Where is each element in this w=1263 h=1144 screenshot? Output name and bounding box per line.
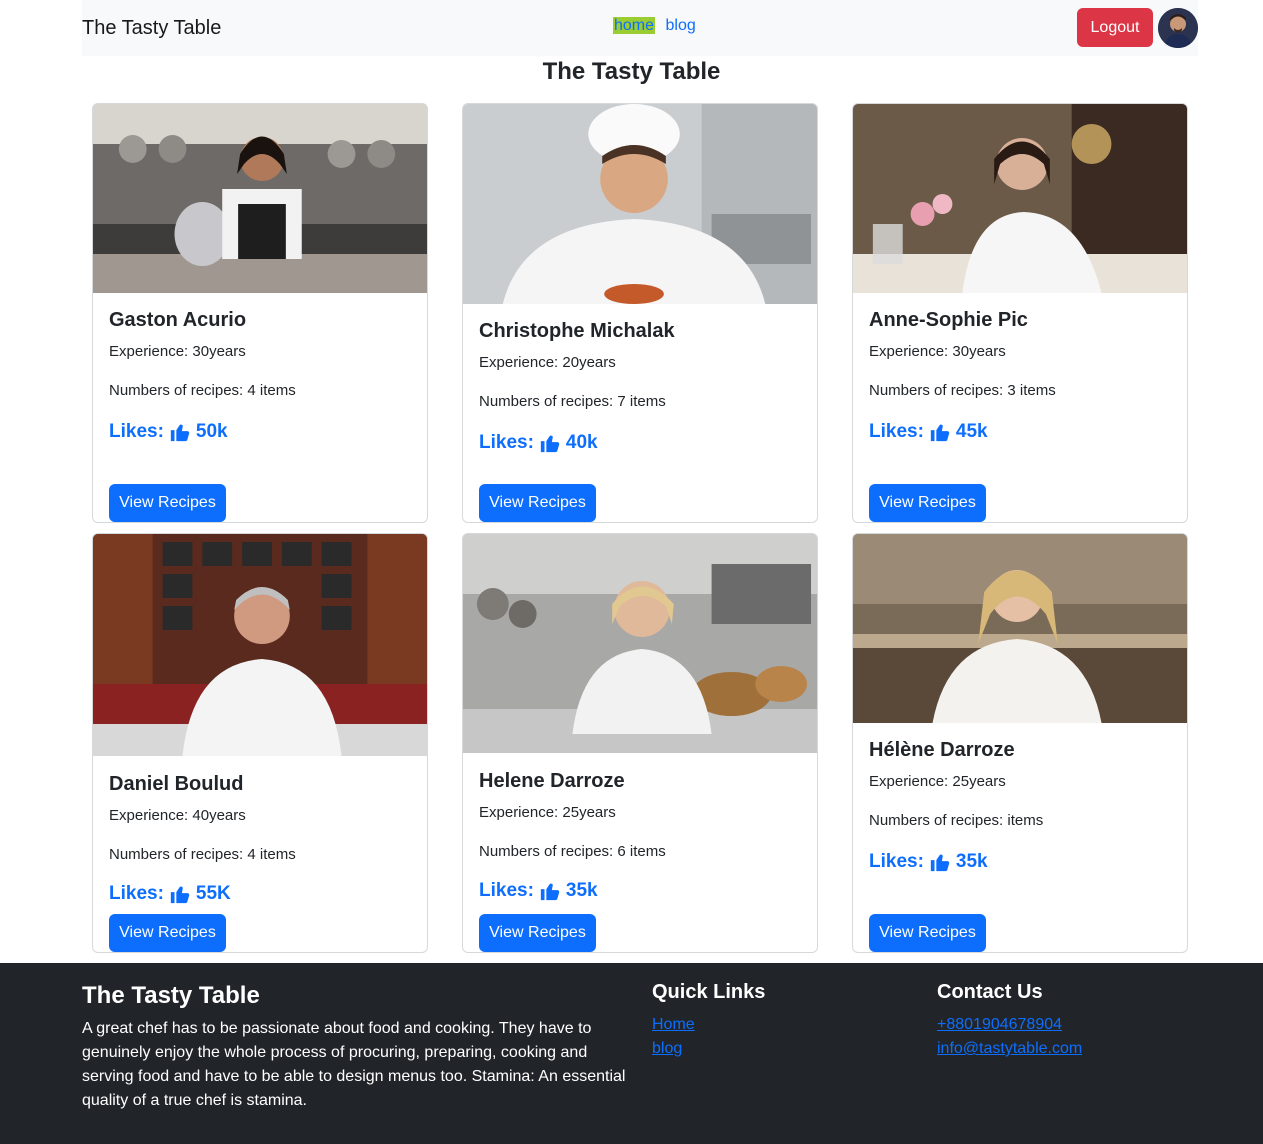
chef-photo	[853, 104, 1187, 293]
chef-photo	[853, 534, 1187, 723]
chef-recipes: Numbers of recipes: 7 items	[479, 393, 666, 410]
footer-title: The Tasty Table	[82, 982, 260, 1009]
contact-email-link[interactable]: info@tastytable.com	[937, 1037, 1082, 1061]
thumbs-up-icon	[929, 421, 951, 443]
chef-recipes: Numbers of recipes: 4 items	[109, 382, 296, 399]
chef-experience: Experience: 40years	[109, 807, 246, 824]
thumbs-up-icon	[169, 883, 191, 905]
contact-phone-link[interactable]: +8801904678904	[937, 1013, 1082, 1037]
footer-link-blog[interactable]: blog	[652, 1037, 695, 1061]
footer: The Tasty Table A great chef has to be p…	[0, 963, 1263, 1144]
likes-label: Likes:	[869, 851, 924, 872]
thumbs-up-icon	[929, 851, 951, 873]
chef-likes: Likes: 35k	[479, 880, 801, 902]
chef-likes: Likes: 35k	[869, 851, 1171, 873]
chef-experience: Experience: 25years	[869, 773, 1006, 790]
page-title: The Tasty Table	[542, 58, 721, 85]
view-recipes-button[interactable]: View Recipes	[109, 484, 226, 522]
view-recipes-button[interactable]: View Recipes	[479, 914, 596, 952]
likes-count: 55K	[195, 883, 231, 904]
likes-label: Likes:	[109, 421, 164, 442]
likes-label: Likes:	[109, 883, 164, 904]
quick-links: Home blog	[652, 1013, 695, 1061]
view-recipes-button[interactable]: View Recipes	[109, 914, 226, 952]
chef-experience: Experience: 25years	[479, 804, 616, 821]
chef-recipes: Numbers of recipes: 4 items	[109, 846, 296, 863]
view-recipes-button[interactable]: View Recipes	[479, 484, 596, 522]
likes-label: Likes:	[869, 421, 924, 442]
chef-card: Gaston Acurio Experience: 30years Number…	[92, 103, 428, 523]
view-recipes-button[interactable]: View Recipes	[869, 484, 986, 522]
chef-likes: Likes: 45k	[869, 421, 1171, 443]
chef-recipes: Numbers of recipes: 6 items	[479, 843, 666, 860]
likes-count: 35k	[955, 851, 988, 872]
thumbs-up-icon	[169, 421, 191, 443]
thumbs-up-icon	[539, 432, 561, 454]
chef-photo	[463, 534, 817, 753]
quick-links-title: Quick Links	[652, 981, 766, 1003]
chef-name: Anne-Sophie Pic	[869, 309, 1028, 331]
chef-card: Christophe Michalak Experience: 20years …	[462, 103, 818, 523]
nav-link-blog[interactable]: blog	[665, 17, 695, 34]
contact-info: +8801904678904 info@tastytable.com	[937, 1013, 1082, 1061]
likes-count: 50k	[195, 421, 228, 442]
chef-name: Daniel Boulud	[109, 773, 244, 795]
chef-card: Anne-Sophie Pic Experience: 30years Numb…	[852, 103, 1188, 523]
chef-likes: Likes: 40k	[479, 432, 801, 454]
chef-recipes: Numbers of recipes: items	[869, 812, 1044, 829]
chef-experience: Experience: 20years	[479, 354, 616, 371]
avatar[interactable]	[1158, 8, 1198, 48]
chef-name: Helene Darroze	[479, 770, 625, 792]
thumbs-up-icon	[539, 880, 561, 902]
chef-experience: Experience: 30years	[869, 343, 1006, 360]
chef-name: Gaston Acurio	[109, 309, 247, 331]
chef-likes: Likes: 50k	[109, 421, 411, 443]
footer-link-home[interactable]: Home	[652, 1013, 695, 1037]
brand[interactable]: The Tasty Table	[82, 17, 221, 40]
chef-name: Christophe Michalak	[479, 320, 675, 342]
chef-photo	[93, 534, 427, 756]
navbar: The Tasty Table home blog Logout	[82, 0, 1198, 56]
chef-card: Daniel Boulud Experience: 40years Number…	[92, 533, 428, 953]
chef-name: Hélène Darroze	[869, 739, 1015, 761]
chef-likes: Likes: 55K	[109, 883, 411, 905]
nav-links: home blog	[613, 17, 696, 35]
view-recipes-button[interactable]: View Recipes	[869, 914, 986, 952]
likes-count: 45k	[955, 421, 988, 442]
nav-link-home[interactable]: home	[613, 17, 656, 34]
logout-button[interactable]: Logout	[1077, 8, 1153, 47]
chef-card: Helene Darroze Experience: 25years Numbe…	[462, 533, 818, 953]
chef-photo	[463, 104, 817, 304]
chef-photo	[93, 104, 427, 293]
likes-label: Likes:	[479, 880, 534, 901]
likes-count: 35k	[565, 880, 598, 901]
likes-count: 40k	[565, 432, 598, 453]
chef-card: Hélène Darroze Experience: 25years Numbe…	[852, 533, 1188, 953]
contact-title: Contact Us	[937, 981, 1043, 1003]
likes-label: Likes:	[479, 432, 534, 453]
chef-recipes: Numbers of recipes: 3 items	[869, 382, 1056, 399]
footer-description: A great chef has to be passionate about …	[82, 1020, 626, 1109]
chef-experience: Experience: 30years	[109, 343, 246, 360]
